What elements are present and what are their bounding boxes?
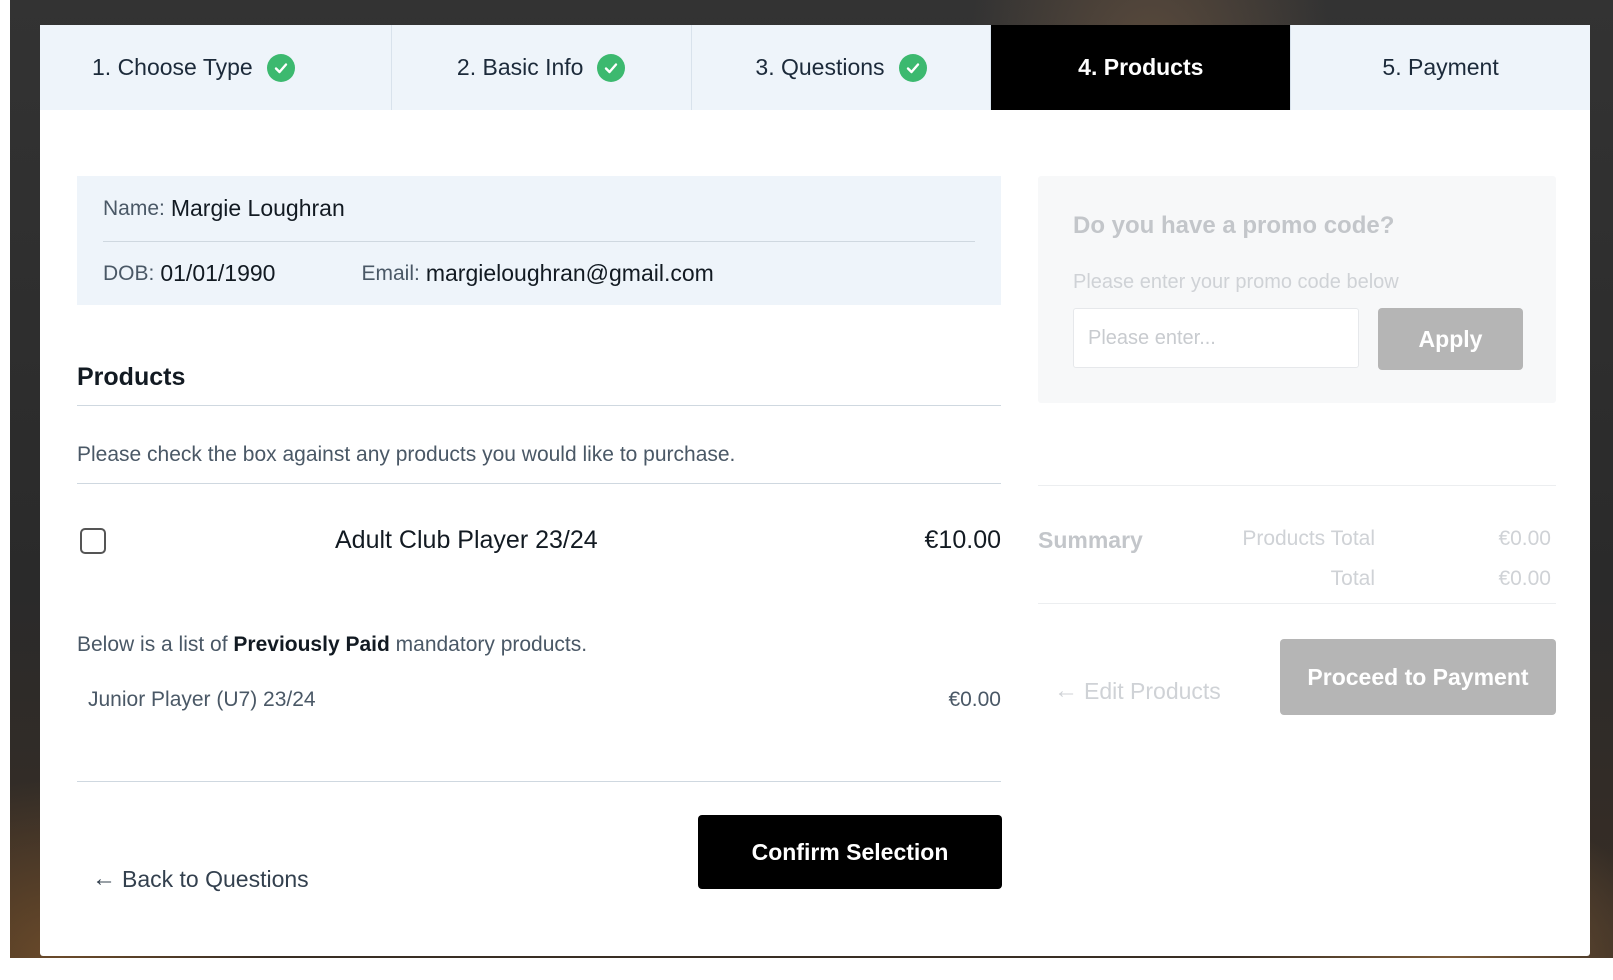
products-total-label: Products Total [1242,527,1375,550]
tab-products[interactable]: 4. Products [991,25,1292,110]
participant-info: Name: Margie Loughran DOB: 01/01/1990 Em… [77,176,1001,305]
tab-label: 5. Payment [1382,54,1499,80]
summary-label: Summary [1038,527,1143,553]
tab-payment[interactable]: 5. Payment [1291,25,1590,110]
divider [1038,603,1556,604]
tab-label: 2. Basic Info [456,54,584,80]
participant-email: margieloughran@gmail.com [425,260,714,286]
participant-dob: 01/01/1990 [160,260,276,286]
apply-button[interactable]: Apply [1378,308,1523,370]
tab-label: 4. Products [1078,54,1204,80]
divider [77,483,1001,484]
step-tabs: 1. Choose Type 2. Basic Info 3. Question… [40,25,1590,110]
divider [1038,485,1556,486]
promo-subtitle: Please enter your promo code below [1073,271,1399,293]
tab-questions[interactable]: 3. Questions [691,25,992,110]
previously-paid-note: Below is a list of Previously Paid manda… [77,633,588,656]
arrow-left-icon: ← [1054,677,1078,704]
participant-name: Margie Loughran [170,195,345,221]
total-label: Total [1330,567,1375,590]
divider [77,405,1001,406]
email-label: Email: [361,261,420,285]
tab-label: 1. Choose Type [92,54,253,80]
promo-panel: Do you have a promo code? Please enter y… [1038,176,1556,403]
check-circle-icon [597,53,626,82]
products-heading: Products [77,363,186,391]
products-instruction: Please check the box against any product… [77,443,736,466]
check-circle-icon [266,53,295,82]
tab-choose-type[interactable]: 1. Choose Type [40,25,392,110]
arrow-left-icon: ← [92,865,116,892]
promo-code-input[interactable] [1073,308,1359,368]
window-edge-bottom [0,958,1613,980]
tab-basic-info[interactable]: 2. Basic Info [391,25,692,110]
confirm-selection-button[interactable]: Confirm Selection [698,815,1002,889]
products-total-value: €0.00 [1498,527,1551,550]
paid-product-price: €0.00 [948,688,1001,711]
divider [77,781,1001,782]
total-value: €0.00 [1498,567,1551,590]
product-checkbox[interactable] [80,528,106,554]
promo-title: Do you have a promo code? [1073,212,1395,239]
product-name: Adult Club Player 23/24 [335,526,598,554]
product-price: €10.00 [924,526,1001,554]
check-circle-icon [898,53,927,82]
edit-products-link[interactable]: ← Edit Products [1054,677,1221,705]
name-label: Name: [103,196,165,220]
registration-card: 1. Choose Type 2. Basic Info 3. Question… [40,25,1590,956]
back-to-questions-link[interactable]: ← Back to Questions [92,865,309,893]
proceed-to-payment-button[interactable]: Proceed to Payment [1280,639,1556,715]
paid-product-name: Junior Player (U7) 23/24 [88,688,316,711]
tab-label: 3. Questions [755,54,885,80]
window-edge [0,0,10,980]
dob-label: DOB: [103,261,155,285]
